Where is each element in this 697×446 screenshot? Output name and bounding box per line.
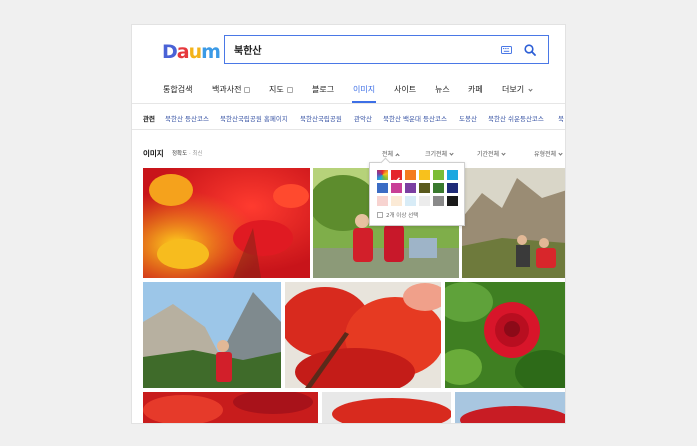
related-label: 관련 xyxy=(143,115,155,123)
color-swatch[interactable] xyxy=(377,183,388,193)
tab-label: 지도 xyxy=(269,85,284,94)
tab-blog[interactable]: 블로그 xyxy=(312,84,334,95)
image-result[interactable] xyxy=(285,282,441,388)
color-swatch[interactable] xyxy=(419,183,430,193)
related-item[interactable]: 북한산 백운대 등산코스 xyxy=(383,113,447,123)
related-item[interactable]: 북한산국립공원 홈페이지 xyxy=(220,113,288,123)
chevron-up-icon xyxy=(395,153,400,158)
tab-news[interactable]: 뉴스 xyxy=(435,84,450,95)
rocky-peak-hikers-photo xyxy=(462,168,565,278)
tab-integrated[interactable]: 통합검색 xyxy=(163,84,192,95)
related-item[interactable]: 북 xyxy=(558,113,564,123)
logo-letter: m xyxy=(201,41,221,63)
search-page: D a u m 통합검색 백과사전 지도 블로그 이미지 사이트 뉴스 카페 더… xyxy=(131,24,566,424)
color-swatch[interactable] xyxy=(447,183,458,193)
related-item[interactable]: 관악산 xyxy=(354,113,372,123)
image-result[interactable] xyxy=(143,168,310,278)
red-foliage-sky-photo xyxy=(285,282,441,388)
tab-map[interactable]: 지도 xyxy=(269,84,293,95)
tab-site[interactable]: 사이트 xyxy=(394,84,416,95)
red-rose-photo xyxy=(445,282,565,388)
color-swatch[interactable] xyxy=(419,196,430,206)
search-tabs: 통합검색 백과사전 지도 블로그 이미지 사이트 뉴스 카페 더보기 xyxy=(132,77,565,104)
color-swatch[interactable] xyxy=(433,183,444,193)
color-swatch[interactable] xyxy=(447,170,458,180)
color-swatch[interactable] xyxy=(405,170,416,180)
search-box xyxy=(224,35,549,64)
related-item[interactable]: 북한산국립공원 xyxy=(300,113,342,123)
logo-letter: a xyxy=(176,41,190,63)
image-filter-bar: 이미지 정확도 · 최신 전체 크기전체 기간전체 유형전체 xyxy=(132,143,565,159)
color-swatch[interactable] xyxy=(391,170,402,183)
related-item[interactable]: 북한산 등산코스 xyxy=(165,113,209,123)
tab-encyclopedia[interactable]: 백과사전 xyxy=(212,84,251,95)
tab-image[interactable]: 이미지 xyxy=(351,84,377,103)
multi-select-label: 2개 이상 선택 xyxy=(386,213,419,219)
search-icon[interactable] xyxy=(518,38,542,62)
autumn-leaves-photo xyxy=(143,392,318,423)
mountain-hiker-photo xyxy=(143,282,281,388)
tab-label: 더보기 xyxy=(502,85,525,94)
logo-letter: u xyxy=(188,41,202,63)
filter-label: 기간전체 xyxy=(477,151,500,158)
color-filter-popup: 2개 이상 선택 xyxy=(369,162,465,226)
type-filter[interactable]: 유형전체 xyxy=(534,149,563,158)
filter-label: 유형전체 xyxy=(534,151,557,158)
color-swatch-all[interactable] xyxy=(377,170,388,180)
image-result[interactable] xyxy=(143,392,318,423)
image-result[interactable] xyxy=(455,392,565,423)
image-result[interactable] xyxy=(322,392,451,423)
chevron-down-icon xyxy=(449,151,454,156)
color-swatch[interactable] xyxy=(377,196,388,206)
color-swatch[interactable] xyxy=(405,196,416,206)
chevron-down-icon xyxy=(528,87,533,92)
color-swatch[interactable] xyxy=(405,183,416,193)
search-input[interactable] xyxy=(225,44,494,55)
image-result[interactable] xyxy=(143,282,281,388)
image-result[interactable] xyxy=(445,282,565,388)
checkbox[interactable] xyxy=(377,212,383,218)
tab-label: 백과사전 xyxy=(212,85,242,94)
section-title: 이미지 xyxy=(143,149,164,158)
size-filter[interactable]: 크기전체 xyxy=(425,149,454,158)
logo-letter: D xyxy=(162,41,178,63)
color-swatch[interactable] xyxy=(391,183,402,193)
sort-separator: · xyxy=(188,151,191,157)
color-swatch[interactable] xyxy=(419,170,430,180)
tab-more[interactable]: 더보기 xyxy=(502,84,533,95)
chevron-down-icon xyxy=(501,151,506,156)
color-swatch[interactable] xyxy=(433,196,444,206)
image-result[interactable] xyxy=(462,168,565,278)
red-maple-leaves-photo xyxy=(143,168,310,278)
period-filter[interactable]: 기간전체 xyxy=(477,149,506,158)
autumn-tree-photo xyxy=(322,392,451,423)
color-swatch[interactable] xyxy=(433,170,444,180)
color-swatch[interactable] xyxy=(391,196,402,206)
color-swatch[interactable] xyxy=(447,196,458,206)
external-square-icon xyxy=(286,87,293,93)
related-item[interactable]: 도봉산 xyxy=(459,113,477,123)
sort-accuracy[interactable]: 정확도 xyxy=(172,151,187,157)
tab-cafe[interactable]: 카페 xyxy=(468,84,483,95)
keyboard-icon[interactable] xyxy=(494,38,518,62)
chevron-down-icon xyxy=(558,151,563,156)
multi-select-option[interactable]: 2개 이상 선택 xyxy=(377,211,418,219)
related-item[interactable]: 북한산 쉬운등산코스 xyxy=(488,113,544,123)
red-leaves-sky-photo xyxy=(455,392,565,423)
external-square-icon xyxy=(244,87,251,93)
filter-label: 전체 xyxy=(382,151,394,158)
daum-logo[interactable]: D a u m xyxy=(162,41,221,63)
filter-label: 크기전체 xyxy=(425,151,448,158)
related-searches: 관련 북한산 등산코스 북한산국립공원 홈페이지 북한산국립공원 관악산 북한산… xyxy=(132,105,565,130)
sort-latest[interactable]: 최신 xyxy=(192,151,202,157)
sort-options: 정확도 · 최신 xyxy=(172,149,203,157)
